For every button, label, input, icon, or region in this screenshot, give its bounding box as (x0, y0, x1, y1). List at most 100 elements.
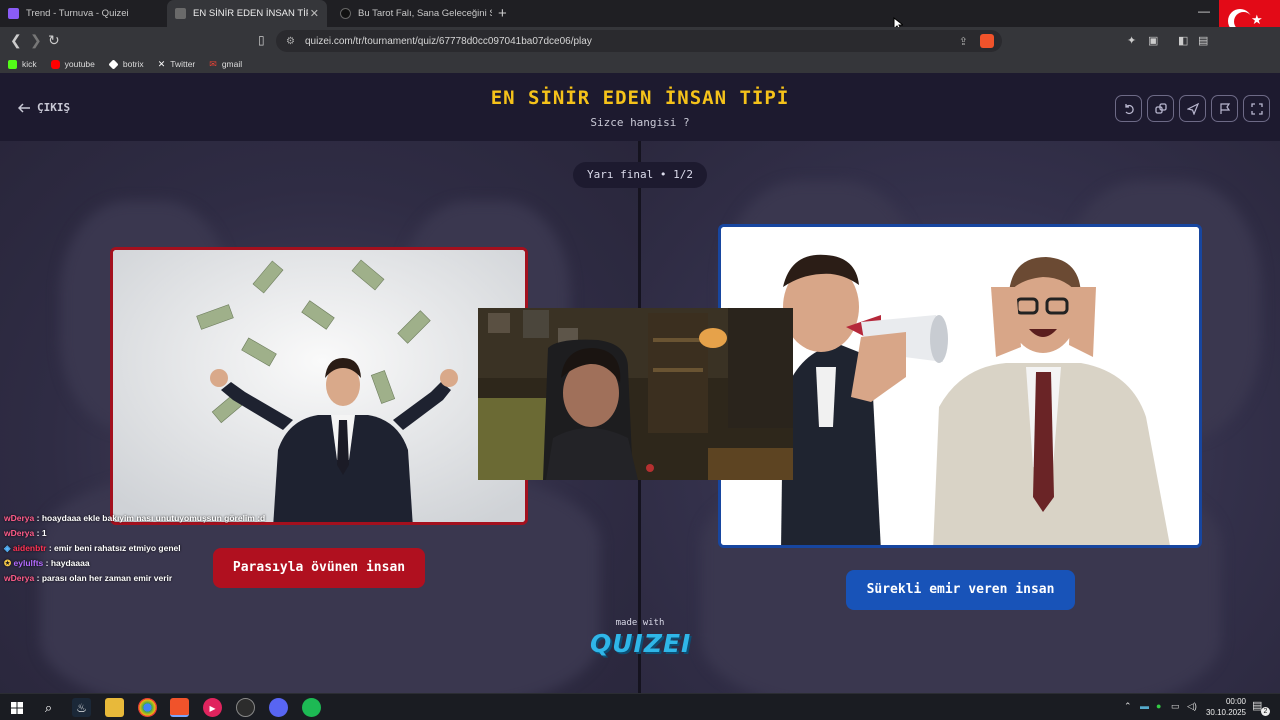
back-icon[interactable]: ❮ (10, 32, 22, 49)
chat-message: ◈ aidenbtr : emir beni rahatsız etmiyo g… (4, 541, 265, 556)
address-bar[interactable]: ⚙ quizei.com/tr/tournament/quiz/67778d0c… (276, 30, 1002, 52)
bookmark-label: youtube (64, 59, 95, 69)
sidebar-icon[interactable]: ◧ (1178, 34, 1188, 47)
media-player-icon[interactable]: ▸ (203, 698, 222, 717)
tab-trend[interactable]: Trend - Turnuva - Quizei (0, 0, 165, 27)
fullscreen-icon (1250, 102, 1263, 115)
quiz-header: ÇIKIŞ EN SİNİR EDEN İNSAN TİPİ Sizce han… (0, 73, 1280, 141)
system-clock[interactable]: 00:00 30.10.2025 (1196, 696, 1246, 718)
chat-message: wDerya : hoaydaaa ekle bakıyim nası unut… (4, 511, 265, 526)
round-badge: Yarı final • 1/2 (573, 162, 707, 188)
windows-taskbar: ⌕ ♨ ▸ ⌃ ▬ ● ▭ ◁) 00:00 30.10.2025 ▤ 2 (0, 693, 1280, 720)
steam-icon[interactable]: ♨ (72, 698, 91, 717)
fullscreen-button[interactable] (1243, 95, 1270, 122)
bookmark-gmail[interactable]: ✉ gmail (209, 59, 242, 70)
streamer-webcam-overlay (478, 308, 793, 480)
kick-icon (8, 59, 17, 69)
brave-shields-icon[interactable] (980, 34, 994, 48)
bookmark-botrix[interactable]: botrix (108, 58, 144, 70)
chat-username: eylulfts (13, 558, 44, 568)
file-explorer-icon[interactable] (105, 698, 124, 717)
bookmark-youtube[interactable]: youtube (50, 59, 95, 69)
chat-message: ✪ eylulfts : haydaaaa (4, 556, 265, 571)
browser-tab-bar: Trend - Turnuva - Quizei EN SİNİR EDEN İ… (0, 0, 1280, 42)
reload-icon[interactable]: ↻ (48, 32, 60, 49)
left-option-card[interactable] (110, 247, 528, 525)
chat-username: wDerya (4, 528, 35, 538)
made-with-text: made with (615, 618, 665, 628)
share-link-button[interactable] (1147, 95, 1174, 122)
chat-badge-icon: ✪ (4, 558, 12, 568)
chat-text: : hoaydaaa ekle bakıyim nası unutuyomuşs… (36, 513, 266, 523)
right-option-label[interactable]: Sürekli emir veren insan (846, 570, 1075, 610)
windows-start-icon[interactable] (7, 698, 26, 717)
minimize-icon[interactable]: — (1198, 4, 1210, 18)
stream-chat-overlay: wDerya : hoaydaaa ekle bakıyim nası unut… (4, 511, 265, 586)
man-shouting-megaphone-image (721, 227, 1199, 545)
flag-icon (1219, 102, 1230, 114)
network-icon[interactable]: ▭ (1171, 701, 1180, 712)
tab-search-icon[interactable]: ▤ (1198, 34, 1208, 47)
webcam-feed-image (478, 308, 793, 480)
bookmark-twitter[interactable]: ✕ Twitter (158, 59, 196, 70)
chat-username: wDerya (4, 513, 35, 523)
brave-browser-icon[interactable] (170, 698, 189, 717)
chat-text: : parası olan her zaman emir verir (36, 573, 173, 583)
clock-time: 00:00 (1225, 697, 1246, 706)
clock-date: 30.10.2025 (1205, 708, 1246, 717)
forward-icon[interactable]: ❯ (30, 32, 42, 49)
bookmarks-bar: kick youtube botrix ✕ Twitter ✉ gmail (0, 55, 1280, 73)
bookmark-icon[interactable]: ▯ (258, 33, 265, 47)
undo-icon (1124, 103, 1134, 114)
wallet-icon[interactable]: ▣ (1148, 34, 1158, 47)
x-twitter-icon: ✕ (157, 58, 166, 69)
chat-text: : haydaaaa (45, 558, 90, 568)
spotify-icon[interactable] (302, 698, 321, 717)
site-info-icon[interactable]: ⚙ (286, 36, 295, 47)
tab-title: Trend - Turnuva - Quizei (26, 8, 129, 19)
chat-username: aidenbtr (12, 543, 47, 553)
link-icon (1154, 102, 1167, 114)
rich-man-money-image (113, 250, 525, 522)
chat-text: : emir beni rahatsız etmiyo genel (48, 543, 181, 553)
quiz-subtitle: Sizce hangisi ? (590, 116, 690, 129)
url-text: quizei.com/tr/tournament/quiz/67778d0cc0… (304, 35, 592, 47)
notification-count-badge: 2 (1261, 707, 1270, 716)
bookmark-label: kick (22, 59, 37, 69)
tab-tarot[interactable]: Bu Tarot Falı, Sana Geleceğini Söylüyo (332, 0, 492, 27)
quizei-favicon-icon (175, 8, 186, 19)
chat-message: wDerya : parası olan her zaman emir veri… (4, 571, 265, 586)
search-icon[interactable]: ⌕ (39, 698, 58, 717)
chat-text: : 1 (36, 528, 47, 538)
chat-username: wDerya (4, 573, 35, 583)
chat-message: wDerya : 1 (4, 526, 265, 541)
bookmark-label: botrix (122, 59, 144, 69)
share-icon[interactable]: ⇪ (959, 35, 968, 48)
send-icon (1186, 102, 1199, 115)
youtube-icon (50, 59, 60, 69)
quizei-favicon-icon (8, 8, 19, 19)
undo-button[interactable] (1115, 95, 1142, 122)
botrix-icon (108, 58, 119, 70)
report-button[interactable] (1211, 95, 1238, 122)
chrome-icon[interactable] (138, 698, 157, 717)
bookmark-label: Twitter (170, 59, 196, 69)
quiz-page: ÇIKIŞ EN SİNİR EDEN İNSAN TİPİ Sizce han… (0, 73, 1280, 693)
send-button[interactable] (1179, 95, 1206, 122)
show-hidden-icons[interactable]: ⌃ (1124, 701, 1132, 712)
extensions-icon[interactable]: ✦ (1127, 34, 1136, 47)
obs-icon[interactable] (236, 698, 255, 717)
quiz-title: EN SİNİR EDEN İNSAN TİPİ (490, 87, 790, 109)
tray-app-icon[interactable]: ▬ (1140, 701, 1149, 711)
close-tab-icon[interactable]: ✕ (310, 7, 319, 20)
tray-status-icon[interactable]: ● (1156, 701, 1161, 711)
bookmark-kick[interactable]: kick (8, 59, 37, 69)
new-tab-button[interactable]: + (498, 5, 507, 22)
chat-badge-icon: ◈ (4, 543, 11, 553)
quizei-logo[interactable]: QUIZEI (590, 629, 690, 658)
tiktok-favicon-icon (340, 8, 351, 19)
bookmark-label: gmail (221, 59, 243, 69)
browser-toolbar: ❮ ❯ ↻ ▯ ⚙ quizei.com/tr/tournament/quiz/… (0, 27, 1280, 55)
discord-icon[interactable] (269, 698, 288, 717)
tab-current-quiz[interactable]: EN SİNİR EDEN İNSAN TİPİ - Qu ✕ (167, 0, 327, 27)
